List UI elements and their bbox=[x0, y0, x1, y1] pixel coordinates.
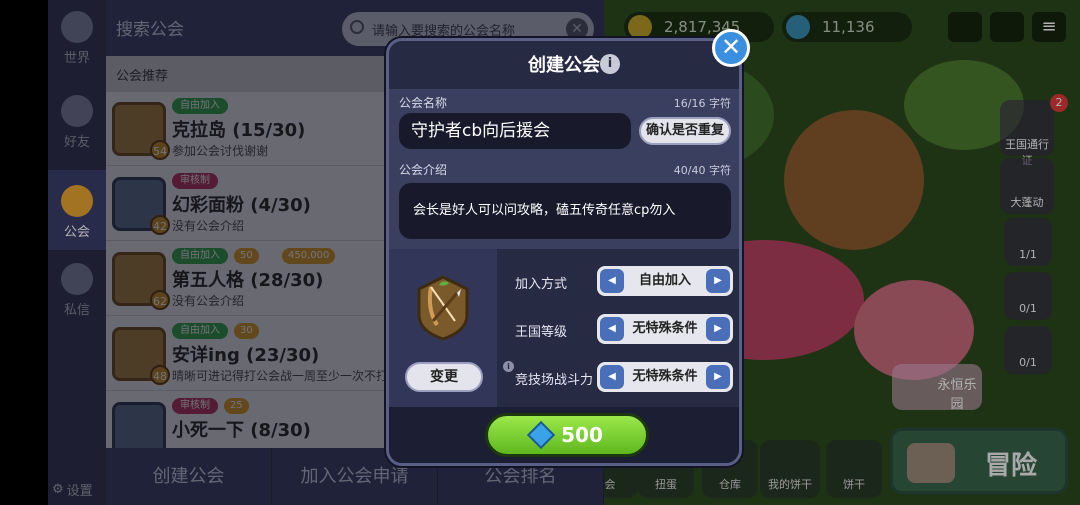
info-icon[interactable]: i bbox=[503, 361, 514, 372]
chevron-right-icon[interactable]: ▶ bbox=[706, 269, 730, 293]
join-method-stepper[interactable]: ◀ 自由加入 ▶ bbox=[597, 266, 733, 296]
guild-info-section: 公会名称 16/16 字符 守护者cb向后援会 确认是否重复 公会介绍 40/4… bbox=[389, 89, 739, 249]
check-duplicate-button[interactable]: 确认是否重复 bbox=[639, 117, 731, 145]
arena-power-stepper[interactable]: ◀ 无特殊条件 ▶ bbox=[597, 362, 733, 392]
create-cost: 500 bbox=[561, 423, 603, 447]
screen: 世界 好友 公会 私信 ⚙ 设置 搜索公会 请输入要搜索的公会名称 ✕ 公会推荐… bbox=[0, 0, 1080, 505]
create-guild-dialog: 创建公会 i ✕ 公会名称 16/16 字符 守护者cb向后援会 确认是否重复 … bbox=[386, 29, 750, 466]
chevron-right-icon[interactable]: ▶ bbox=[706, 317, 730, 341]
arena-power-label: 竞技场战斗力 bbox=[515, 373, 594, 388]
bow-emblem-icon bbox=[417, 275, 469, 341]
guild-name-input[interactable]: 守护者cb向后援会 bbox=[399, 113, 631, 149]
guild-name-label: 公会名称 bbox=[399, 96, 448, 110]
chevron-left-icon[interactable]: ◀ bbox=[600, 317, 624, 341]
close-icon[interactable]: ✕ bbox=[712, 29, 750, 67]
arena-power-value: 无特殊条件 bbox=[632, 369, 698, 384]
kingdom-level-stepper[interactable]: ◀ 无特殊条件 ▶ bbox=[597, 314, 733, 344]
kingdom-level-label: 王国等级 bbox=[515, 325, 568, 340]
guild-intro-input[interactable]: 会长是好人可以问攻略，磕五传奇任意cp勿入 bbox=[399, 183, 731, 239]
create-guild-button[interactable]: 500 bbox=[485, 413, 649, 457]
dialog-title: 创建公会 bbox=[528, 55, 600, 76]
guild-name-char-count: 16/16 字符 bbox=[673, 97, 731, 110]
info-icon[interactable]: i bbox=[600, 54, 620, 74]
gem-icon bbox=[526, 420, 556, 450]
change-emblem-button[interactable]: 变更 bbox=[405, 362, 483, 392]
join-method-label: 加入方式 bbox=[515, 277, 568, 292]
kingdom-level-value: 无特殊条件 bbox=[632, 321, 698, 336]
guild-intro-label: 公会介绍 bbox=[399, 163, 448, 177]
emblem-panel: 变更 bbox=[389, 249, 497, 407]
chevron-left-icon[interactable]: ◀ bbox=[600, 365, 624, 389]
chevron-left-icon[interactable]: ◀ bbox=[600, 269, 624, 293]
dialog-footer: 500 bbox=[389, 407, 739, 463]
join-method-value: 自由加入 bbox=[638, 273, 691, 288]
guild-intro-char-count: 40/40 字符 bbox=[673, 164, 731, 177]
guild-settings-section: 变更 加入方式 ◀ 自由加入 ▶ 王国等级 ◀ 无特殊条件 ▶ i 竞技场战斗力… bbox=[389, 249, 739, 407]
chevron-right-icon[interactable]: ▶ bbox=[706, 365, 730, 389]
